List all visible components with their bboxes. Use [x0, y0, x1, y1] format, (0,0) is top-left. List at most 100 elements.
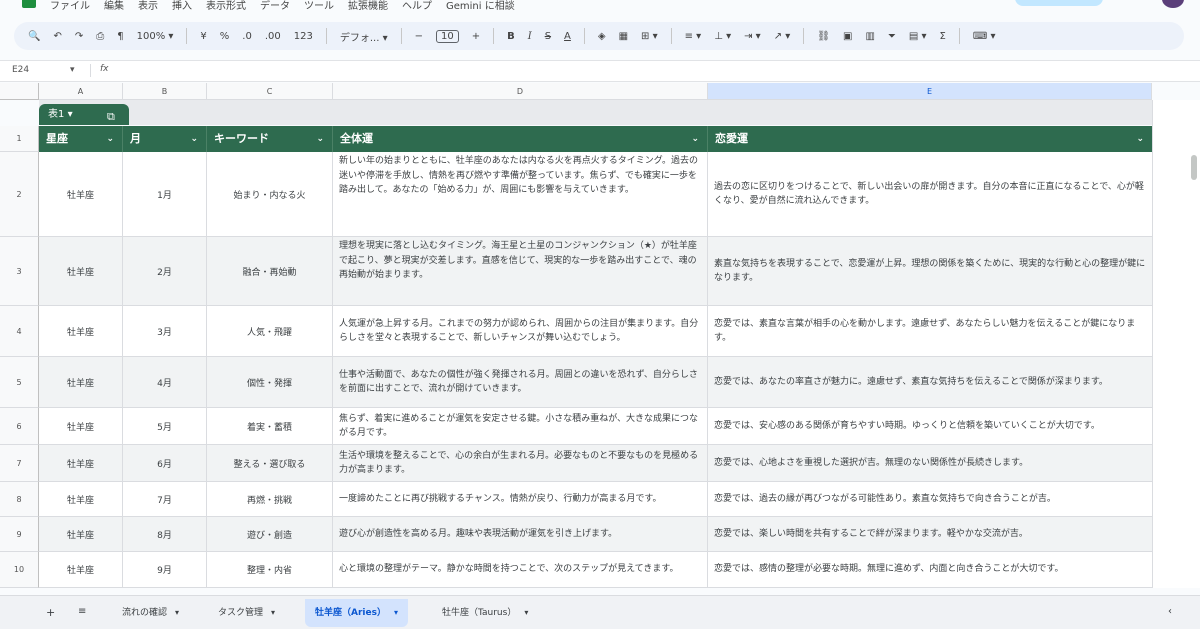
row-header[interactable]: 2	[0, 152, 39, 237]
column-header-c[interactable]: C	[207, 83, 333, 100]
font-select[interactable]: デフォ... ▾	[340, 29, 388, 44]
row-header[interactable]: 8	[0, 482, 39, 517]
cell-month[interactable]: 4月	[123, 357, 207, 407]
menu-view[interactable]: 表示	[138, 0, 158, 12]
fill-color-icon[interactable]: ◈	[598, 31, 606, 42]
cell-sign[interactable]: 牡羊座	[39, 445, 123, 481]
table-name-tab[interactable]: 表1 ▾ ⧉	[39, 104, 129, 125]
cell-sign[interactable]: 牡羊座	[39, 357, 123, 407]
paint-format-icon[interactable]: ¶	[117, 31, 123, 42]
cell-sign[interactable]: 牡羊座	[39, 152, 123, 236]
font-size-input[interactable]: 10	[435, 29, 459, 43]
sheet-tab-flow[interactable]: 流れの確認 ▾	[112, 599, 189, 627]
sheet-tab-aries[interactable]: 牡羊座（Aries） ▾	[305, 599, 408, 627]
cell-overall[interactable]: 遊び心が創造性を高める月。趣味や表現活動が運気を引き上げます。	[333, 517, 708, 551]
text-rotation-icon[interactable]: ↗ ▾	[774, 31, 791, 42]
column-header-a[interactable]: A	[39, 83, 123, 100]
cell-month[interactable]: 1月	[123, 152, 207, 236]
cell-keyword[interactable]: 個性・発揮	[207, 357, 333, 407]
sheets-logo-icon[interactable]	[22, 0, 36, 8]
cell-month[interactable]: 7月	[123, 482, 207, 516]
chevron-down-icon[interactable]: ⌄	[190, 126, 198, 152]
cell-overall[interactable]: 人気運が急上昇する月。これまでの努力が認められ、周囲からの注目が集まります。自分…	[333, 306, 708, 356]
bold-icon[interactable]: B	[507, 31, 515, 42]
cell-love[interactable]: 恋愛では、過去の縁が再びつながる可能性あり。素直な気持ちで向き合うことが吉。	[708, 482, 1152, 516]
vertical-align-icon[interactable]: ⊥ ▾	[714, 31, 731, 42]
decrease-decimal-button[interactable]: .0	[242, 31, 252, 42]
zoom-select[interactable]: 100% ▾	[137, 31, 174, 42]
cell-month[interactable]: 2月	[123, 237, 207, 305]
cell-month[interactable]: 5月	[123, 408, 207, 444]
cell-overall[interactable]: 心と環境の整理がテーマ。静かな時間を持つことで、次のステップが見えてきます。	[333, 552, 708, 587]
cell-love[interactable]: 恋愛では、安心感のある関係が育ちやすい時期。ゆっくりと信頼を築いていくことが大切…	[708, 408, 1152, 444]
cell-overall[interactable]: 一度諦めたことに再び挑戦するチャンス。情熱が戻り、行動力が高まる月です。	[333, 482, 708, 516]
insert-link-icon[interactable]: ⛓	[817, 31, 830, 42]
filter-icon[interactable]: ⏷	[888, 31, 896, 42]
cell-month[interactable]: 8月	[123, 517, 207, 551]
undo-icon[interactable]: ↶	[53, 31, 61, 42]
row-header[interactable]: 3	[0, 237, 39, 306]
search-menus-icon[interactable]: 🔍	[28, 31, 40, 42]
font-size-increase-button[interactable]: +	[472, 31, 480, 42]
row-header[interactable]: 7	[0, 445, 39, 482]
chevron-down-icon[interactable]: ⌄	[691, 126, 699, 152]
text-color-icon[interactable]: A	[564, 31, 571, 42]
cell-keyword[interactable]: 融合・再始動	[207, 237, 333, 305]
menu-extensions[interactable]: 拡張機能	[348, 0, 388, 12]
cell-overall[interactable]: 新しい年の始まりとともに、牡羊座のあなたは内なる火を再点火するタイミング。過去の…	[333, 152, 708, 236]
cell-sign[interactable]: 牡羊座	[39, 482, 123, 516]
avatar[interactable]	[1162, 0, 1184, 8]
row-header[interactable]: 5	[0, 357, 39, 408]
cell-keyword[interactable]: 再燃・挑戦	[207, 482, 333, 516]
menu-gemini[interactable]: Gemini に相談	[446, 0, 515, 12]
column-header-e[interactable]: E	[708, 83, 1152, 100]
strikethrough-icon[interactable]: S	[545, 31, 551, 42]
cell-keyword[interactable]: 始まり・内なる火	[207, 152, 333, 236]
cell-overall[interactable]: 生活や環境を整えることで、心の余白が生まれる月。必要なものと不要なものを見極める…	[333, 445, 708, 481]
sheet-scroll-icon[interactable]: ‹	[1168, 606, 1172, 617]
cell-overall[interactable]: 仕事や活動面で、あなたの個性が強く発揮される月。周囲との違いを恐れず、自分らしさ…	[333, 357, 708, 407]
select-all-corner[interactable]	[0, 83, 39, 100]
column-header-b[interactable]: B	[123, 83, 207, 100]
vertical-scrollbar[interactable]	[1191, 155, 1197, 180]
cell-overall[interactable]: 理想を現実に落とし込むタイミング。海王星と土星のコンジャンクション（★）が牡羊座…	[333, 237, 708, 305]
insert-chart-icon[interactable]: ▥	[865, 31, 874, 42]
text-wrap-icon[interactable]: ⇥ ▾	[744, 31, 761, 42]
menu-insert[interactable]: 挿入	[172, 0, 192, 12]
chevron-down-icon[interactable]: ⌄	[316, 126, 324, 152]
borders-icon[interactable]: ▦	[619, 31, 628, 42]
cell-month[interactable]: 9月	[123, 552, 207, 587]
sheet-tab-taurus[interactable]: 牡牛座（Taurus） ▾	[432, 599, 538, 627]
row-header[interactable]: 6	[0, 408, 39, 445]
merge-cells-icon[interactable]: ⊞ ▾	[641, 31, 658, 42]
input-tools-icon[interactable]: ⌨ ▾	[973, 31, 996, 42]
table-settings-icon[interactable]: ⧉	[107, 106, 115, 127]
cell-love[interactable]: 恋愛では、あなたの率直さが魅力に。遠慮せず、素直な気持ちを伝えることで関係が深ま…	[708, 357, 1152, 407]
cell-love[interactable]: 恋愛では、楽しい時間を共有することで絆が深まります。軽やかな交流が吉。	[708, 517, 1152, 551]
row-header[interactable]: 4	[0, 306, 39, 357]
cell-month[interactable]: 6月	[123, 445, 207, 481]
name-box[interactable]: E24 ▾	[12, 65, 82, 75]
cell-love[interactable]: 恋愛では、素直な言葉が相手の心を動かします。遠慮せず、あなたらしい魅力を伝えるこ…	[708, 306, 1152, 356]
sheet-tab-tasks[interactable]: タスク管理 ▾	[208, 599, 285, 627]
cell-sign[interactable]: 牡羊座	[39, 552, 123, 587]
chevron-down-icon[interactable]: ⌄	[106, 126, 114, 152]
cell-sign[interactable]: 牡羊座	[39, 408, 123, 444]
all-sheets-icon[interactable]: ≡	[78, 606, 86, 617]
menu-file[interactable]: ファイル	[50, 0, 90, 12]
functions-icon[interactable]: Σ	[940, 31, 946, 42]
menu-help[interactable]: ヘルプ	[402, 0, 432, 12]
header-overall[interactable]: 全体運 ⌄	[333, 126, 708, 152]
filter-views-icon[interactable]: ▤ ▾	[909, 31, 927, 42]
share-button[interactable]	[1015, 0, 1103, 6]
italic-icon[interactable]: I	[528, 31, 532, 42]
cell-keyword[interactable]: 人気・飛躍	[207, 306, 333, 356]
cell-love[interactable]: 過去の恋に区切りをつけることで、新しい出会いの扉が開きます。自分の本音に正直にな…	[708, 152, 1152, 236]
cell-love[interactable]: 恋愛では、感情の整理が必要な時期。無理に進めず、内面と向き合うことが大切です。	[708, 552, 1152, 587]
menu-data[interactable]: データ	[260, 0, 290, 12]
horizontal-align-icon[interactable]: ≡ ▾	[685, 31, 702, 42]
cell-keyword[interactable]: 着実・蓄積	[207, 408, 333, 444]
number-format-button[interactable]: 123	[294, 31, 313, 42]
cell-love[interactable]: 恋愛では、心地よさを重視した選択が吉。無理のない関係性が長続きします。	[708, 445, 1152, 481]
header-love[interactable]: 恋愛運 ⌄	[708, 126, 1152, 152]
